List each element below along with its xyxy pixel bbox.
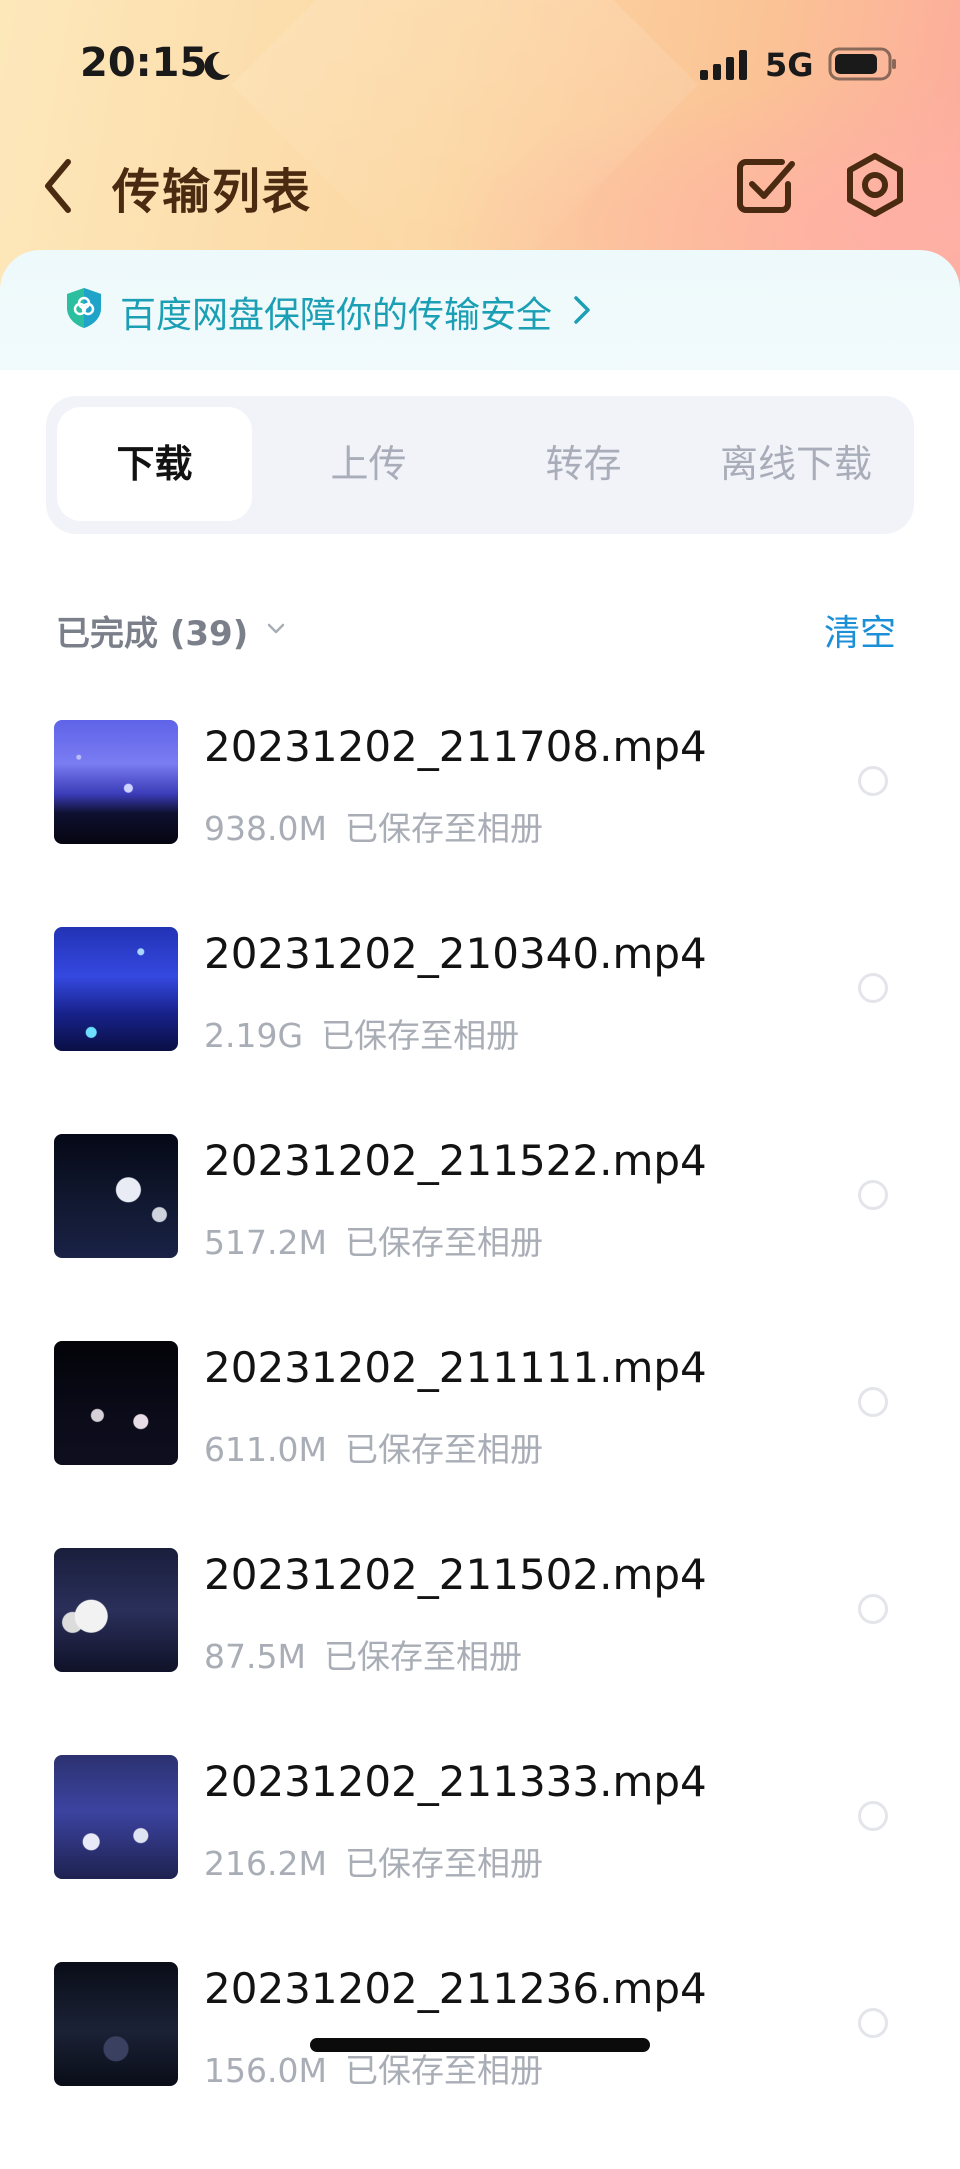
tab-download[interactable]: 下载 xyxy=(57,407,252,521)
security-banner-text[interactable]: 百度网盘保障你的传输安全 xyxy=(120,286,552,338)
select-radio-icon[interactable] xyxy=(858,1594,888,1624)
select-radio-icon[interactable] xyxy=(858,766,888,796)
status-bar: 20:15 5G xyxy=(0,0,960,125)
file-name: 20231202_211111.mp4 xyxy=(204,1343,707,1392)
status-time: 20:15 xyxy=(80,40,208,86)
file-row[interactable]: 20231202_211111.mp4 611.0M 已保存至相册 xyxy=(0,1341,960,1548)
file-size: 517.2M xyxy=(204,1223,327,1262)
file-row[interactable]: 20231202_211708.mp4 938.0M 已保存至相册 xyxy=(0,720,960,927)
clear-button[interactable]: 清空 xyxy=(824,604,896,656)
file-meta: 87.5M 已保存至相册 xyxy=(204,1630,522,1678)
video-thumbnail xyxy=(54,927,178,1051)
file-status: 已保存至相册 xyxy=(323,1637,522,1676)
file-size: 2.19G xyxy=(204,1016,304,1055)
tab-offline-download[interactable]: 离线下载 xyxy=(691,407,901,521)
select-radio-icon[interactable] xyxy=(858,2008,888,2038)
file-name: 20231202_211333.mp4 xyxy=(204,1757,707,1806)
tab-transfer-save[interactable]: 转存 xyxy=(486,407,681,521)
file-meta: 216.2M 已保存至相册 xyxy=(204,1837,543,1885)
home-indicator xyxy=(310,2038,650,2052)
file-status: 已保存至相册 xyxy=(321,1016,520,1055)
file-row[interactable]: 20231202_210340.mp4 2.19G 已保存至相册 xyxy=(0,927,960,1134)
file-size: 156.0M xyxy=(204,2051,327,2090)
back-icon[interactable] xyxy=(36,150,80,222)
file-row[interactable]: 20231202_211333.mp4 216.2M 已保存至相册 xyxy=(0,1755,960,1962)
title-bar: 传输列表 xyxy=(0,140,960,230)
tab-upload[interactable]: 上传 xyxy=(271,407,466,521)
file-row[interactable]: 20231202_211502.mp4 87.5M 已保存至相册 xyxy=(0,1548,960,1755)
file-meta: 517.2M 已保存至相册 xyxy=(204,1216,543,1264)
file-status: 已保存至相册 xyxy=(344,2051,543,2090)
video-thumbnail xyxy=(54,720,178,844)
file-meta: 938.0M 已保存至相册 xyxy=(204,802,543,850)
file-size: 216.2M xyxy=(204,1844,327,1883)
select-radio-icon[interactable] xyxy=(858,973,888,1003)
moon-icon xyxy=(204,51,230,80)
chevron-down-icon[interactable] xyxy=(266,622,286,636)
file-status: 已保存至相册 xyxy=(344,1430,543,1469)
file-size: 87.5M xyxy=(204,1637,306,1676)
file-size: 611.0M xyxy=(204,1430,327,1469)
file-status: 已保存至相册 xyxy=(344,809,543,848)
network-label: 5G xyxy=(765,46,814,84)
file-name: 20231202_211522.mp4 xyxy=(204,1136,707,1185)
file-name: 20231202_211236.mp4 xyxy=(204,1964,707,2013)
select-radio-icon[interactable] xyxy=(858,1180,888,1210)
video-thumbnail xyxy=(54,1962,178,2086)
file-name: 20231202_211502.mp4 xyxy=(204,1550,707,1599)
page-title: 传输列表 xyxy=(112,164,313,220)
completed-section-header: 已完成 (39) 清空 xyxy=(0,602,960,662)
file-size: 938.0M xyxy=(204,809,327,848)
battery-icon xyxy=(828,47,896,81)
video-thumbnail xyxy=(54,1341,178,1465)
file-status: 已保存至相册 xyxy=(344,1844,543,1883)
main-content: 下载 上传 转存 离线下载 已完成 (39) 清空 20231202_21170… xyxy=(0,370,960,2090)
file-row[interactable]: 20231202_211236.mp4 156.0M 已保存至相册 xyxy=(0,1962,960,2169)
select-radio-icon[interactable] xyxy=(858,1801,888,1831)
section-title[interactable]: 已完成 (39) xyxy=(56,606,248,655)
chevron-right-icon xyxy=(574,296,590,324)
video-thumbnail xyxy=(54,1134,178,1258)
settings-icon[interactable] xyxy=(840,150,910,220)
video-thumbnail xyxy=(54,1548,178,1672)
select-icon[interactable] xyxy=(730,150,800,220)
file-row[interactable]: 20231202_211522.mp4 517.2M 已保存至相册 xyxy=(0,1134,960,1341)
file-name: 20231202_211708.mp4 xyxy=(204,722,707,771)
select-radio-icon[interactable] xyxy=(858,1387,888,1417)
shield-icon xyxy=(67,288,101,328)
video-thumbnail xyxy=(54,1755,178,1879)
file-meta: 2.19G 已保存至相册 xyxy=(204,1009,519,1057)
file-name: 20231202_210340.mp4 xyxy=(204,929,707,978)
file-meta: 611.0M 已保存至相册 xyxy=(204,1423,543,1471)
signal-icon xyxy=(700,50,747,80)
transfer-tabs: 下载 上传 转存 离线下载 xyxy=(46,396,914,534)
file-status: 已保存至相册 xyxy=(344,1223,543,1262)
